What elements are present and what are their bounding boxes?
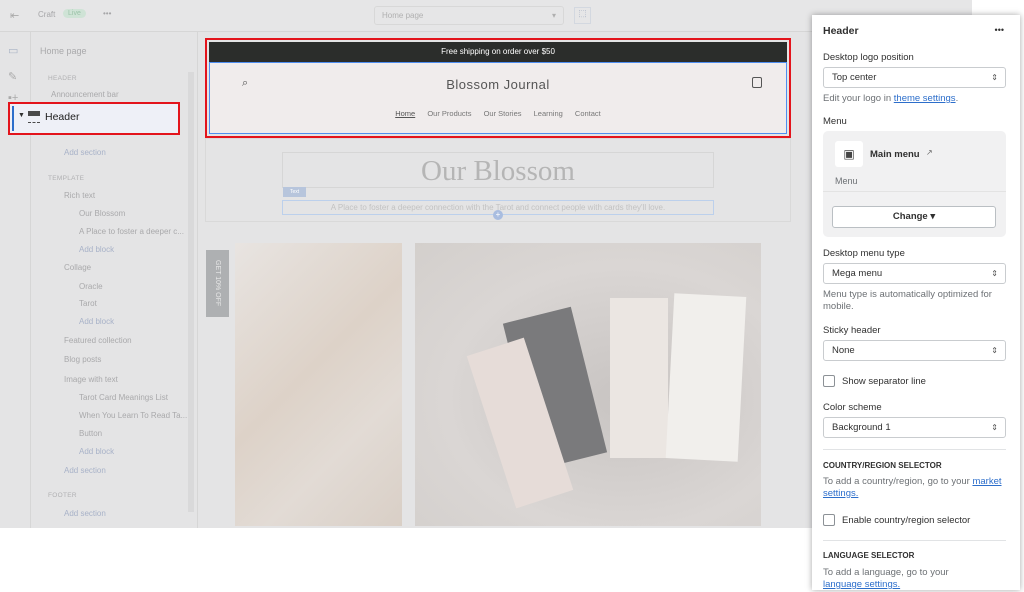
section-label-header: HEADER — [48, 75, 77, 82]
country-help-text: To add a country/region, go to your — [823, 476, 973, 487]
nav-home[interactable]: Home — [395, 109, 415, 118]
checkbox-icon[interactable] — [823, 375, 835, 387]
announcement-text: Free shipping on order over $50 — [441, 47, 555, 56]
caret-down-icon: ▼ — [18, 112, 25, 119]
popup-tab-label: GET 10% OFF — [214, 260, 221, 307]
language-help-text: To add a language, go to your — [823, 567, 949, 578]
block-a-place[interactable]: A Place to foster a deeper c... — [79, 227, 184, 236]
page-select[interactable]: Home page ▾ — [374, 6, 564, 25]
logo-help: Edit your logo in theme settings. — [823, 93, 959, 104]
block-our-blossom[interactable]: Our Blossom — [79, 209, 125, 218]
section-label-footer: FOOTER — [48, 492, 77, 499]
add-block-image-text[interactable]: Add block — [79, 447, 114, 456]
logo-position-select[interactable]: Top center — [823, 67, 1006, 88]
nav-our-stories[interactable]: Our Stories — [484, 109, 522, 118]
language-settings-link[interactable]: language settings. — [823, 579, 900, 590]
change-menu-button[interactable]: Change ▾ — [832, 206, 996, 228]
menu-label: Menu — [823, 116, 847, 127]
menu-type-label: Desktop menu type — [823, 248, 905, 259]
main-nav: Home Our Products Our Stories Learning C… — [210, 109, 786, 118]
tarot-card-light — [610, 298, 668, 458]
block-when-you[interactable]: When You Learn To Read Ta... — [79, 411, 187, 420]
tarot-card-white — [665, 293, 747, 462]
chevron-down-icon: ▾ — [551, 11, 556, 20]
collage-image-oracle[interactable] — [235, 243, 402, 526]
menu-type-help: Menu type is automatically optimized for… — [823, 289, 992, 312]
header-section-icon — [28, 111, 40, 123]
country-help: To add a country/region, go to your mark… — [823, 476, 1008, 500]
sticky-header-label: Sticky header — [823, 325, 881, 336]
sticky-header-select[interactable]: None — [823, 340, 1006, 361]
country-selector-checkbox[interactable]: Enable country/region selector — [823, 514, 970, 526]
language-help: To add a language, go to your language se… — [823, 567, 1008, 591]
sidebar-item-blog-posts[interactable]: Blog posts — [64, 355, 101, 364]
sidebar-item-announcement-bar[interactable]: Announcement bar — [51, 90, 119, 99]
sections-icon[interactable]: ▭ — [8, 44, 18, 57]
page-select-value: Home page — [382, 11, 424, 20]
heading-block[interactable]: Our Blossom — [282, 152, 714, 188]
live-badge: Live — [63, 9, 86, 18]
menu-card: ▣ Main menu ↗ Menu Change ▾ — [823, 131, 1006, 237]
menu-sublabel: Menu — [835, 176, 858, 186]
separator-label: Show separator line — [842, 375, 926, 387]
popup-tab[interactable]: GET 10% OFF — [206, 250, 229, 317]
logo-position-value: Top center — [832, 72, 877, 83]
inspector-icon[interactable]: ⬚ — [574, 7, 591, 24]
add-section-header[interactable]: Add section — [64, 148, 106, 157]
header-settings-panel: Header ••• Desktop logo position Top cen… — [812, 15, 1020, 590]
color-scheme-select[interactable]: Background 1 — [823, 417, 1006, 438]
sidebar-item-featured-collection[interactable]: Featured collection — [64, 336, 132, 345]
block-oracle[interactable]: Oracle — [79, 282, 103, 291]
section-label-template: TEMPLATE — [48, 175, 85, 182]
nav-learning[interactable]: Learning — [534, 109, 563, 118]
external-link-icon[interactable]: ↗ — [926, 148, 933, 157]
cart-icon[interactable] — [752, 77, 762, 88]
header-label: Header — [45, 111, 80, 123]
panel-more-button[interactable]: ••• — [995, 25, 1004, 35]
header-preview[interactable]: Free shipping on order over $50 ⌕ Blosso… — [205, 38, 791, 138]
sidebar-item-rich-text[interactable]: Rich text — [64, 191, 95, 200]
logo-position-label: Desktop logo position — [823, 52, 914, 63]
nav-our-products[interactable]: Our Products — [427, 109, 471, 118]
theme-settings-link[interactable]: theme settings — [894, 93, 956, 104]
checkbox-icon[interactable] — [823, 514, 835, 526]
country-checkbox-label: Enable country/region selector — [842, 514, 971, 526]
panel-title: Header — [823, 25, 859, 37]
more-button[interactable]: ••• — [103, 9, 111, 18]
add-block-rich-text[interactable]: Add block — [79, 245, 114, 254]
sidebar-scrollbar[interactable] — [188, 72, 194, 512]
sticky-header-value: None — [832, 345, 855, 356]
store-logo-text[interactable]: Blossom Journal — [210, 77, 786, 92]
sidebar-title: Home page — [40, 46, 87, 56]
menu-type-value: Mega menu — [832, 268, 883, 279]
store-name: Craft — [38, 10, 56, 19]
block-button[interactable]: Button — [79, 429, 102, 438]
collage-image-tarot[interactable] — [415, 243, 761, 526]
exit-icon[interactable]: ⇤ — [10, 9, 19, 22]
image-icon: ▣ — [835, 141, 863, 167]
main-menu-link[interactable]: Main menu — [870, 149, 920, 160]
logo-help-text: Edit your logo in — [823, 93, 894, 104]
add-plus-icon[interactable]: + — [493, 210, 503, 220]
sidebar-item-header[interactable]: ▼ Header — [8, 102, 180, 135]
block-tarot-list[interactable]: Tarot Card Meanings List — [79, 393, 168, 402]
separator-checkbox[interactable]: Show separator line — [823, 375, 926, 387]
color-scheme-value: Background 1 — [832, 422, 891, 433]
sidebar-item-image-with-text[interactable]: Image with text — [64, 375, 118, 384]
preview-heading: Our Blossom — [421, 155, 575, 187]
add-section-footer[interactable]: Add section — [64, 509, 106, 518]
theme-settings-icon[interactable]: ✎ — [8, 70, 17, 83]
change-label: Change ▾ — [892, 211, 936, 222]
language-section-title: LANGUAGE SELECTOR — [823, 551, 915, 560]
add-section-template[interactable]: Add section — [64, 466, 106, 475]
text-tag: Text — [283, 187, 307, 197]
country-section-title: COUNTRY/REGION SELECTOR — [823, 461, 942, 470]
block-tarot[interactable]: Tarot — [79, 299, 97, 308]
nav-contact[interactable]: Contact — [575, 109, 601, 118]
menu-type-select[interactable]: Mega menu — [823, 263, 1006, 284]
color-scheme-label: Color scheme — [823, 402, 882, 413]
add-block-collage[interactable]: Add block — [79, 317, 114, 326]
sidebar-item-collage[interactable]: Collage — [64, 263, 91, 272]
